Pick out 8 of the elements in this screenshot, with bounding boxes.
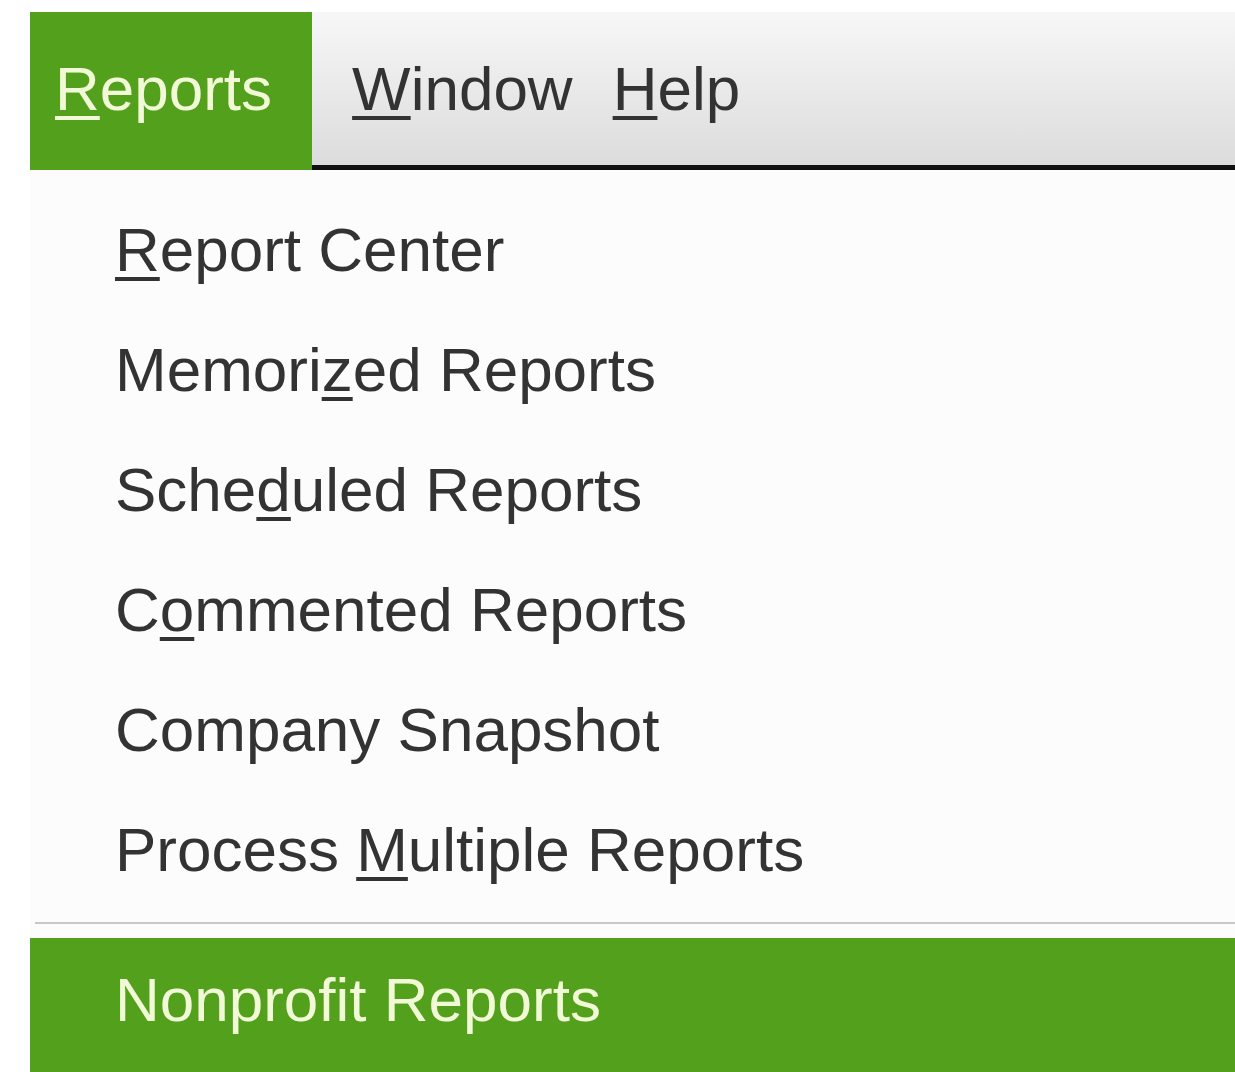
menu-item[interactable]: Memorized Reports [30,310,1235,430]
menu-item[interactable]: Report Center [30,190,1235,310]
menu-item[interactable]: Scheduled Reports [30,430,1235,550]
menu-bar-item[interactable]: Window [352,12,573,170]
menu-item[interactable]: Company Snapshot [30,670,1235,790]
menu-item[interactable]: Process Multiple Reports [30,790,1235,910]
menu-bar-item[interactable]: Help [612,12,741,170]
menu-item[interactable]: Commented Reports [30,550,1235,670]
